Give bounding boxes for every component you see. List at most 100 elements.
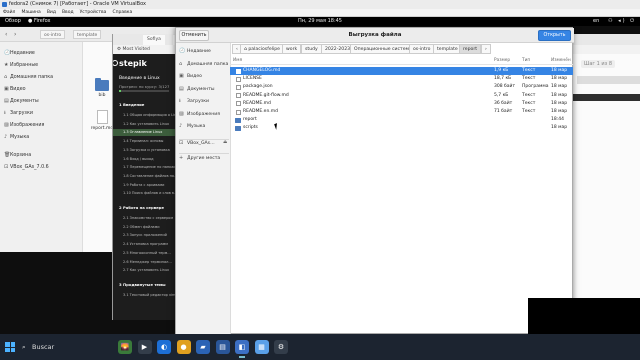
taskbar-app-icon[interactable]: ⚙: [274, 340, 288, 354]
files-breadcrumb-template[interactable]: template: [73, 30, 102, 39]
column-type[interactable]: Тип: [522, 57, 530, 65]
course-lesson-item[interactable]: 1.4 Терминал: основы: [113, 138, 175, 145]
course-lesson-item[interactable]: 3.1 Текстовый редактор vim: [113, 292, 175, 299]
files-sidebar-item[interactable]: 🗑Корзина: [4, 150, 82, 160]
taskbar-app-icon[interactable]: ▰: [196, 340, 210, 354]
vbox-menu-item[interactable]: Машина: [21, 10, 40, 15]
path-segment[interactable]: Операционные системы: [350, 44, 417, 54]
files-breadcrumb-os-intro[interactable]: os-intro: [40, 30, 66, 39]
dialog-place-item[interactable]: ⌂ Домашняя папка: [179, 59, 231, 70]
course-lesson-item[interactable]: 1.2 Как установить Linux: [113, 121, 175, 128]
column-modified[interactable]: Изменён: [551, 57, 571, 65]
clock[interactable]: Пн, 29 мая 18:45: [0, 17, 640, 26]
course-lesson-item[interactable]: 1.8 Составление файлов на…: [113, 173, 175, 180]
vbox-menu-item[interactable]: Вид: [47, 10, 56, 15]
dialog-place-item[interactable]: ⭳ Загрузки: [179, 96, 231, 107]
files-sidebar-item[interactable]: ⭳ Загрузки: [4, 108, 82, 118]
files-sidebar-item[interactable]: ⌂ Домашняя папка: [4, 72, 82, 82]
files-sidebar-item[interactable]: ▨Изображения: [4, 120, 82, 130]
taskbar-app-icon[interactable]: 🌄: [118, 340, 132, 354]
files-sidebar-item[interactable]: ♪ Музыка: [4, 132, 82, 142]
file-row[interactable]: LICENSE 18,7 кБ Текст 18 мар: [230, 75, 573, 83]
vbox-menu-item[interactable]: Файл: [3, 10, 15, 15]
path-segment[interactable]: study: [301, 44, 322, 54]
stepik-logo[interactable]: stepik: [119, 59, 147, 68]
taskbar-search[interactable]: ⌕ Buscar: [22, 341, 102, 353]
bookmark-most-visited[interactable]: Most Visited: [122, 47, 149, 52]
files-sidebar-item[interactable]: ⊡ VBox_GAs_7.0.6: [4, 162, 82, 172]
files-sidebar-item[interactable]: ★ Избранные: [4, 60, 82, 70]
firefox-tab[interactable]: Sofiya: [143, 35, 165, 45]
column-name[interactable]: Имя: [233, 57, 242, 65]
course-section-title[interactable]: 1 Введение: [119, 102, 175, 107]
file-row[interactable]: package.json 308 байт Программа 18 мар: [230, 83, 573, 91]
file-row[interactable]: README.git-flow.md 5,7 кБ Текст 18 мар: [230, 92, 573, 100]
windows-start-icon[interactable]: [5, 342, 15, 352]
course-lesson-item[interactable]: 2.3 Запуск приложений: [113, 232, 175, 239]
sidebar-separator: [179, 138, 229, 140]
host-taskbar: ⌕ Buscar 🌄 ▶ ◐ ● ▰ ▤ ◧ ▦ ⚙: [0, 334, 640, 360]
course-lesson-item[interactable]: 1.10 Поиск файлов и слов в…: [113, 190, 175, 197]
dialog-place-item[interactable]: + Другие места: [179, 153, 231, 164]
folder-item-label: bib: [98, 93, 106, 98]
cancel-button[interactable]: Отменить: [179, 30, 209, 41]
path-segment[interactable]: report: [459, 44, 482, 54]
forward-arrow-icon[interactable]: ›: [14, 31, 16, 38]
dialog-place-item[interactable]: ♪ Музыка: [179, 121, 231, 132]
path-segment[interactable]: os-intro: [409, 44, 435, 54]
place-icon: ▣: [179, 73, 184, 79]
dialog-place-label: Документы: [187, 86, 215, 92]
course-lesson-item[interactable]: 1.3 Оглавление Linux: [113, 129, 175, 137]
course-section-title[interactable]: 3 Продвинутые темы: [119, 282, 175, 287]
course-lesson-item[interactable]: 2.4 Установка программ: [113, 241, 175, 248]
course-lesson-item[interactable]: 2.2 Обмен файлами: [113, 224, 175, 231]
files-sidebar-item[interactable]: 🕘Недавние: [4, 48, 82, 58]
path-segment[interactable]: ⌂ palaciosfelipe: [240, 44, 284, 54]
taskbar-app-icon[interactable]: ▦: [254, 340, 269, 354]
folder-row[interactable]: report 18:44: [230, 116, 573, 124]
taskbar-app-icon[interactable]: ◐: [157, 340, 171, 354]
vbox-menu-item[interactable]: Устройства: [80, 10, 107, 15]
folder-row[interactable]: scripts 18 мар: [230, 124, 573, 132]
column-size[interactable]: Размер: [494, 57, 510, 65]
course-section-title[interactable]: 2 Работа на сервере: [119, 205, 175, 210]
course-lesson-item[interactable]: 2.6 Менеджер терминал…: [113, 259, 175, 266]
course-lesson-item[interactable]: 1.9 Работа с архивами: [113, 182, 175, 189]
course-lesson-item[interactable]: 1.5 Загрузка и установка: [113, 147, 175, 154]
course-lesson-item[interactable]: 1.1 Общая информация о Linux: [113, 112, 175, 119]
taskbar-app-icon[interactable]: ▤: [215, 340, 230, 354]
files-sidebar-item[interactable]: ▣Видео: [4, 84, 82, 94]
taskbar-app-icon[interactable]: ●: [176, 340, 191, 354]
course-lesson-item[interactable]: 1.6 Вход / выход: [113, 156, 175, 163]
file-row[interactable]: README.md 36 байт Текст 18 мар: [230, 100, 573, 108]
course-lesson-item[interactable]: 2.1 Знакомство с сервером: [113, 215, 175, 222]
system-tray[interactable]: ⚇ ◂) ⏻: [608, 17, 636, 26]
vbox-menu-item[interactable]: Справка: [112, 10, 132, 15]
dialog-place-item[interactable]: 🕘 Недавние: [179, 46, 231, 57]
files-sidebar-label: Недавние: [10, 51, 35, 56]
dialog-place-item[interactable]: ▣ Видео: [179, 71, 231, 82]
dialog-place-item[interactable]: ▨ Изображения: [179, 109, 231, 120]
open-button[interactable]: Открыть: [538, 30, 571, 41]
taskbar-app-icon[interactable]: ▶: [137, 340, 152, 354]
vbox-menu-item[interactable]: Ввод: [62, 10, 74, 15]
dialog-place-label: Музыка: [187, 124, 206, 129]
file-row[interactable]: CHANGELOG.md 1,9 кБ Текст 18 мар: [230, 67, 573, 75]
course-lesson-item[interactable]: 2.7 Как установить Linux: [113, 267, 175, 274]
path-segment[interactable]: template: [433, 44, 462, 54]
path-scroll-right-icon[interactable]: ›: [481, 44, 491, 54]
document-icon: [236, 93, 241, 99]
back-arrow-icon[interactable]: ‹: [5, 31, 7, 38]
course-title[interactable]: Введение в Linux: [119, 76, 175, 81]
eject-icon[interactable]: ⏏: [223, 140, 227, 145]
taskbar-app-icon[interactable]: ◧: [235, 340, 249, 358]
path-segment[interactable]: work: [282, 44, 302, 54]
row-size: 1,9 кБ: [494, 68, 509, 73]
course-lesson-item[interactable]: 1.7 Перемещение по папкам: [113, 164, 175, 171]
course-lesson-item[interactable]: 2.5 Многооконный терм…: [113, 250, 175, 257]
file-row[interactable]: README.en.md 71 байт Текст 18 мар: [230, 108, 573, 116]
files-sidebar-item[interactable]: ▤Документы: [4, 96, 82, 106]
dialog-title: Выгрузка файла: [348, 32, 402, 38]
keyboard-layout-indicator[interactable]: en: [593, 17, 599, 26]
dialog-place-item[interactable]: ▤ Документы: [179, 84, 231, 95]
